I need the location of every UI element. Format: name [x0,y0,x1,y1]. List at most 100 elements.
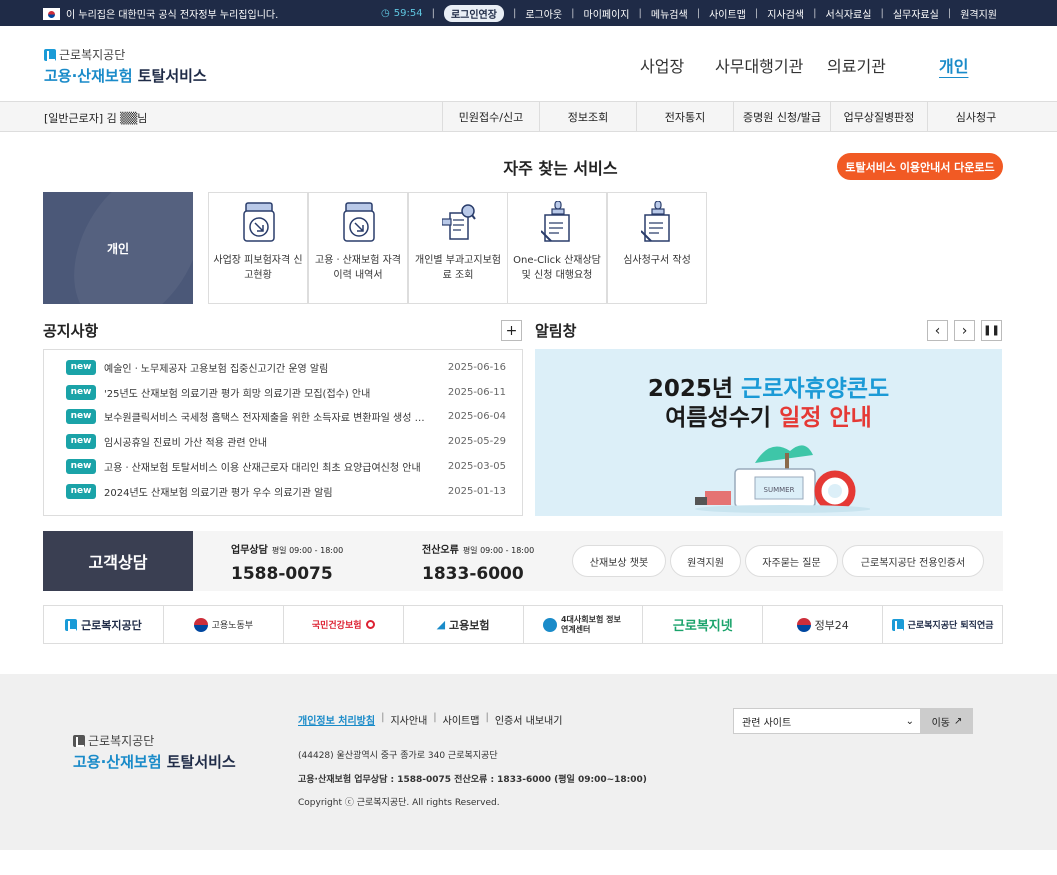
kcomwel-logo-icon [44,48,56,61]
tab-disease-judgment[interactable]: 업무상질병판정 [830,102,927,132]
link-kcomwel[interactable]: 근로복지공단 [44,606,163,643]
service-item-workplace-status[interactable]: 사업장 피보험자격 신고현황 [208,192,308,304]
link-label: 4대사회보험 정보연계센터 [560,614,621,634]
footer-sitemap-link[interactable]: 사이트맵 [443,712,480,727]
list-item[interactable]: new 2024년도 산재보험 의료기관 평가 우수 의료기관 알림 2025-01… [66,483,506,499]
branch-search-link[interactable]: 지사검색 [767,6,804,21]
remote-support-link[interactable]: 원격지원 [960,6,997,21]
banner-highlight-2: 일정 안내 [779,405,872,431]
notice-item-date: 2025-01-13 [447,485,506,497]
related-site-go-button[interactable]: 이동 ↗ [921,708,973,734]
chatbot-button[interactable]: 산재보상 챗봇 [572,545,666,577]
link-gov24[interactable]: 정부24 [762,606,882,643]
cs-error-phone: 1833-6000 [422,564,524,584]
forms-link[interactable]: 서식자료실 [825,6,871,21]
banner-next-button[interactable]: › [954,320,975,341]
nav-medical[interactable]: 의료기관 [827,53,886,77]
personal-card: 개인 [43,192,193,304]
notice-item-title: 고용ㆍ산재보험 토탈서비스 이용 산재근로자 대리인 최초 요양급여신청 안내 [104,462,421,474]
faq-button[interactable]: 자주묻는 질문 [745,545,838,577]
related-site-select[interactable]: 관련 사이트 ⌄ [733,708,921,734]
link-label: 근로복지공단 [81,618,142,632]
notice-item-date: 2025-06-11 [447,386,506,398]
privacy-policy-link[interactable]: 개인정보 처리방침 [298,712,375,727]
gov-topbar: 이 누리집은 대한민국 공식 전자정부 누리집입니다. ◷ 59:54 | 로그… [0,0,1057,26]
remote-support-button[interactable]: 원격지원 [670,545,741,577]
banner-prev-button[interactable]: ‹ [927,320,948,341]
link-label: 근로복지공단 퇴직연금 [907,621,994,631]
chevron-left-icon: ‹ [934,322,941,339]
pause-icon: ❚❚ [983,325,1000,336]
tab-info-lookup[interactable]: 정보조회 [539,102,636,132]
personal-card-label: 개인 [106,241,130,256]
footer-address: (44428) 울산광역시 중구 종가로 340 근로복지공단 [298,751,498,761]
document-download-icon [343,202,375,242]
notice-item-date: 2025-03-05 [447,460,506,472]
service-item-insurance-history[interactable]: 고용ㆍ산재보험 자격 이력 내역서 [308,192,408,304]
link-moel[interactable]: 고용노동부 [162,606,283,643]
branch-info-link[interactable]: 지사안내 [390,712,427,727]
service-item-oneclick-consult[interactable]: One-Click 산재상담 및 신청 대행요청 [507,192,607,304]
taegeuk-icon [796,617,811,632]
banner-season: 여름성수기 [665,405,780,431]
sub-navigation: [일반근로자] 김 ▒▒님 민원접수/신고 정보조회 전자통지 증명원 신청/발… [0,102,1057,132]
banner-line-2: 여름성수기 일정 안내 [535,398,1002,432]
list-item[interactable]: new 고용ㆍ산재보험 토탈서비스 이용 산재근로자 대리인 최초 요양급여신청 … [66,458,506,474]
tab-civil-complaint[interactable]: 민원접수/신고 [442,102,539,132]
mypage-link[interactable]: 마이페이지 [584,6,630,21]
link-welfare-net[interactable]: 근로복지넷 [642,606,762,643]
tab-certificate[interactable]: 증명원 신청/발급 [733,102,830,132]
login-extend-button[interactable]: 로그인연장 [443,5,504,22]
gov-notice: 이 누리집은 대한민국 공식 전자정부 누리집입니다. [43,6,278,21]
korea-flag-icon [43,7,60,20]
nav-agency[interactable]: 사무대행기관 [715,53,803,77]
alert-title: 알림창 [535,322,577,340]
kcomwel-logo-icon [891,618,904,631]
notice-item-date: 2025-06-04 [447,410,506,422]
link-pension[interactable]: 근로복지공단 퇴직연금 [882,606,1002,643]
kcomwel-logo-icon [65,618,78,631]
guide-download-button[interactable]: 토탈서비스 이용안내서 다운로드 [837,153,1003,180]
list-item[interactable]: new 임시공휴일 진료비 가산 적용 관련 안내 2025-05-29 [66,433,506,449]
cs-work-hours: 평일 09:00 - 18:00 [271,546,344,555]
alert-banner[interactable]: 2025년 근로자휴양콘도 여름성수기 일정 안내 SUMMER [535,349,1002,516]
sitemap-link[interactable]: 사이트맵 [709,6,746,21]
cert-export-link[interactable]: 인증서 내보내기 [495,712,563,727]
practice-docs-link[interactable]: 실무자료실 [893,6,939,21]
notice-list: new 예술인ㆍ노무제공자 고용보험 집중신고기간 운영 알림 2025-06-16… [43,349,523,516]
list-item[interactable]: new 예술인ㆍ노무제공자 고용보험 집중신고기간 운영 알림 2025-06-16 [66,359,506,375]
link-label: 고용노동부 [211,621,254,631]
cs-error-hours: 평일 09:00 - 18:00 [462,546,535,555]
list-item[interactable]: new 보수원클릭서비스 국세청 홈택스 전자제출을 위한 소득자료 변환파일 생… [66,408,506,424]
banner-pause-button[interactable]: ❚❚ [981,320,1002,341]
service-item-premium-lookup[interactable]: 개인별 부과고지보험료 조회 [408,192,508,304]
site-logo[interactable]: 근로복지공단 고용·산재보험 토탈서비스 [44,46,207,86]
tab-review-request[interactable]: 심사청구 [927,102,1024,132]
new-badge: new [66,408,96,424]
cs-work-consult: 업무상담 평일 09:00 - 18:00 1588-0075 [231,541,343,584]
menu-search-link[interactable]: 메뉴검색 [651,6,688,21]
notice-more-button[interactable]: + [501,320,522,341]
notice-item-title: 보수원클릭서비스 국세청 홈택스 전자제출을 위한 소득자료 변환파일 생성 안… [104,412,430,424]
new-badge: new [66,483,96,499]
notice-item-title: '25년도 산재보험 의료기관 평가 희망 의료기관 모집(접수) 안내 [104,388,371,400]
certificate-button[interactable]: 근로복지공단 전용인증서 [842,545,984,577]
footer-svc-a: 고용·산재보험 [73,753,162,771]
footer-org: 근로복지공단 [88,734,155,748]
link-ei[interactable]: ◢ 고용보험 [402,606,523,643]
list-item[interactable]: new '25년도 산재보험 의료기관 평가 희망 의료기관 모집(접수) 안내 2… [66,384,506,400]
session-timer: ◷ 59:54 [381,8,423,19]
footer-copyright: Copyright ⓒ 근로복지공단. All rights Reserved. [298,798,500,808]
link-4insure[interactable]: 4대사회보험 정보연계센터 [522,606,643,643]
tab-e-notice[interactable]: 전자통지 [636,102,733,132]
nav-workplace[interactable]: 사업장 [640,53,684,77]
service-label: 사업장 피보험자격 신고현황 [213,255,303,281]
session-time: 59:54 [393,8,423,19]
logo-org: 근로복지공단 [59,48,126,62]
service-item-review-form[interactable]: 심사청구서 작성 [607,192,707,304]
new-badge: new [66,458,96,474]
logout-link[interactable]: 로그아웃 [525,6,562,21]
nav-personal[interactable]: 개인 [939,53,968,77]
logo-svc-a: 고용·산재보험 [44,67,133,85]
link-nhis[interactable]: 국민건강보험 [282,606,403,643]
